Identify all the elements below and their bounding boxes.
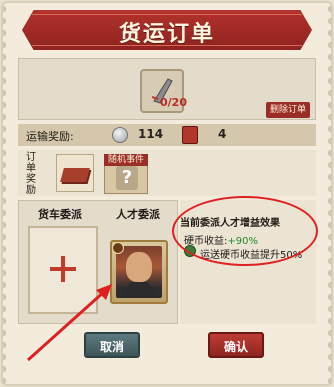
delete-order-button[interactable]: 删除订单 — [266, 102, 310, 118]
talent-dispatch-tab[interactable]: 人才委派 — [116, 206, 160, 221]
random-event-label: 随机事件 — [104, 154, 148, 166]
book-icon — [182, 126, 198, 144]
brick-icon — [60, 168, 90, 182]
page-title: 货运订单 — [118, 21, 215, 47]
talent-face — [126, 252, 152, 282]
cancel-button[interactable]: 取消 — [84, 332, 140, 358]
transport-reward-label: 运输奖励: — [26, 130, 74, 143]
confirm-button[interactable]: 确认 — [208, 332, 264, 358]
coin-reward-value: 114 — [138, 127, 164, 141]
plus-icon — [50, 256, 76, 282]
coin-icon — [112, 127, 128, 143]
cargo-count: 0/20 — [160, 96, 187, 109]
highlight-oval — [172, 196, 318, 266]
truck-dispatch-tab[interactable]: 货车委派 — [38, 206, 82, 221]
book-reward-value: 4 — [218, 127, 227, 141]
order-reward-label: 订单奖励 — [26, 152, 36, 196]
question-mark-icon: ? — [116, 166, 138, 190]
talent-badge-icon — [112, 242, 124, 254]
